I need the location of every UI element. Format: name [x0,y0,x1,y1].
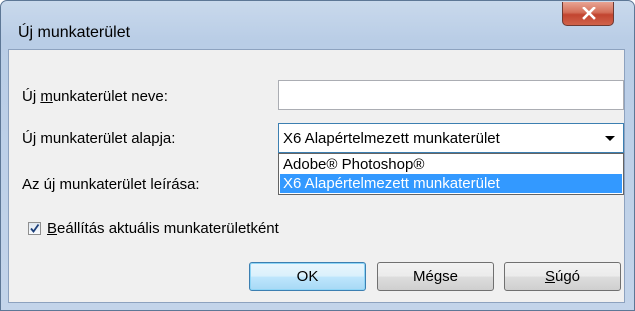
workspace-base-label: Új munkaterület alapja: [22,130,176,147]
workspace-base-selected: X6 Alapértelmezett munkaterület [283,130,500,147]
dialog-window: Új munkaterület Új munkaterület neve: Új… [0,0,635,311]
dialog-content: Új munkaterület neve: Új munkaterület al… [8,49,625,303]
set-current-checkbox[interactable] [28,222,41,235]
button-label: úgó [554,268,581,285]
set-current-label[interactable]: Beállítás aktuális munkaterületként [47,220,279,237]
workspace-base-select[interactable]: X6 Alapértelmezett munkaterület [278,123,624,153]
dialog-title: Új munkaterület [18,24,131,41]
close-button[interactable] [562,2,614,26]
dropdown-option-selected[interactable]: X6 Alapértelmezett munkaterület [280,174,622,193]
cancel-button[interactable]: Mégse [377,262,494,291]
dropdown-option[interactable]: Adobe® Photoshop® [280,155,622,174]
mnemonic-letter: S [544,268,555,285]
title-bar[interactable]: Új munkaterület [1,1,634,43]
chevron-down-icon[interactable] [605,136,615,141]
workspace-name-label: Új munkaterület neve: [22,88,168,105]
workspace-name-input[interactable] [278,80,624,110]
mnemonic-letter: B [47,220,58,237]
checkmark-icon [30,223,40,233]
label-text: Új [22,88,41,105]
workspace-description-label: Az új munkaterület leírása: [22,176,200,193]
ok-button[interactable]: OK [249,262,366,291]
label-text: eállítás aktuális munkaterületként [57,220,279,237]
close-icon [582,7,596,20]
help-button[interactable]: Súgó [504,262,621,291]
label-text: unkaterület neve: [52,88,168,105]
mnemonic-letter: m [40,88,53,105]
workspace-base-dropdown-list: Adobe® Photoshop® X6 Alapértelmezett mun… [278,153,624,195]
